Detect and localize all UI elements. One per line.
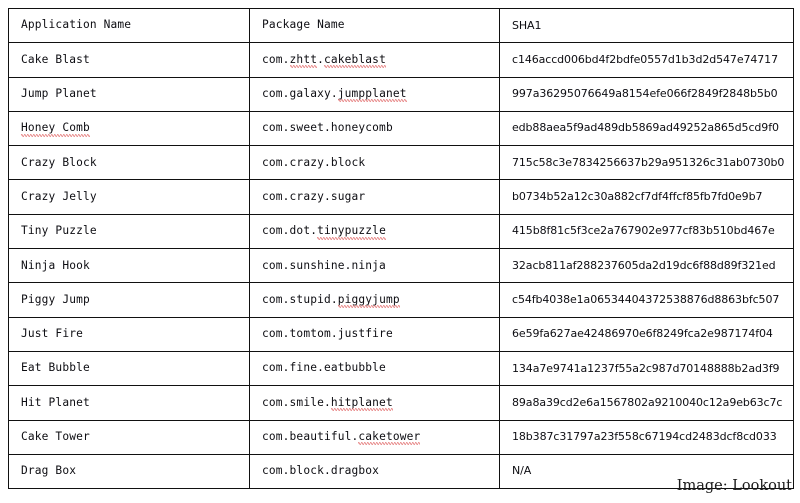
cell-package-name: com.zhtt.cakeblast	[249, 42, 500, 78]
cell-application-name: Honey Comb	[8, 110, 250, 147]
spellcheck-underline: tinypuzzle	[317, 224, 386, 240]
spellcheck-underline: piggyjump	[337, 292, 400, 309]
cell-package-name: com.crazy.sugar	[249, 179, 500, 215]
column-header-package-name: Package Name	[249, 7, 500, 44]
table-row: Hit Planet com.smile.hitplanet 89a8a39cd2e…	[8, 385, 794, 421]
table-row: Cake Tower com.beautiful.caketower 18b387c…	[8, 419, 794, 455]
cell-package-name: com.galaxy.jumpplanet	[249, 76, 500, 112]
column-header-sha1: SHA1	[499, 7, 794, 44]
cell-package-name: com.stupid.piggyjump	[249, 282, 500, 318]
cell-application-name: Ninja Hook	[8, 248, 250, 284]
cell-package-name: com.fine.eatbubble	[249, 350, 500, 387]
cell-sha1: 134a7e9741a1237f55a2c987d70148888b2ad3f9	[499, 350, 794, 387]
spellcheck-underline: hitplanet	[330, 395, 393, 412]
cell-package-name: com.dot.tinypuzzle	[249, 213, 500, 250]
spellcheck-underline: jumpplanet	[337, 87, 407, 103]
cell-package-name: com.block.dragbox	[249, 453, 500, 490]
cell-package-name: com.sweet.honeycomb	[249, 110, 500, 147]
cell-package-name: com.crazy.block	[249, 145, 500, 181]
cell-sha1: edb88aea5f9ad489db5869ad49252a865d5cd9f0	[499, 110, 794, 147]
cell-sha1: b0734b52a12c30a882cf7df4ffcf85fb7fd0e9b7	[499, 179, 794, 215]
cell-application-name: Just Fire	[8, 316, 250, 352]
table-row: Piggy Jump com.stupid.piggyjump c54fb4038e…	[8, 282, 794, 318]
cell-application-name: Cake Tower	[8, 419, 250, 455]
cell-sha1: 89a8a39cd2e6a1567802a9210040c12a9eb63c7c	[499, 385, 794, 421]
table-header-row: Application Name Package Name SHA1	[8, 7, 794, 44]
cell-package-name: com.sunshine.ninja	[249, 248, 500, 284]
cell-sha1: 715c58c3e7834256637b29a951326c31ab0730b0	[499, 145, 794, 181]
table-header: Application Name Package Name SHA1	[8, 7, 794, 44]
cell-application-name: Jump Planet	[8, 76, 250, 112]
cell-package-name: com.beautiful.caketower	[249, 419, 500, 455]
cell-sha1: 415b8f81c5f3ce2a767902e977cf83b510bd467e	[499, 213, 794, 250]
cell-application-name: Eat Bubble	[8, 350, 250, 387]
cell-application-name: Piggy Jump	[8, 282, 250, 318]
table-row: Eat Bubble com.fine.eatbubble 134a7e9741a1…	[8, 350, 794, 387]
applications-sha1-table: Application Name Package Name SHA1 Cake …	[8, 7, 794, 490]
cell-application-name: Crazy Block	[8, 145, 250, 181]
table-row: Ninja Hook com.sunshine.ninja 32acb811af28…	[8, 248, 794, 284]
cell-application-name: Hit Planet	[8, 385, 250, 421]
cell-sha1: c146accd006bd4f2bdfe0557d1b3d2d547e74717	[499, 42, 794, 78]
table-row: Honey Comb com.sweet.honeycomb edb88aea5f9…	[8, 110, 794, 147]
page-container: Application Name Package Name SHA1 Cake …	[0, 0, 800, 503]
table-row: Cake Blast com.zhtt.cakeblast c146accd006b…	[8, 42, 794, 78]
table-row: Just Fire com.tomtom.justfire 6e59fa627ae4…	[8, 316, 794, 352]
spellcheck-underline: caketower	[358, 430, 421, 446]
table-row: Crazy Block com.crazy.block 715c58c3e78342…	[8, 145, 794, 181]
image-credit-caption: Image: Lookout	[676, 478, 792, 494]
cell-application-name: Cake Blast	[8, 42, 250, 78]
table-body: Cake Blast com.zhtt.cakeblast c146accd006b…	[8, 42, 794, 490]
spellcheck-underline: Honey Comb	[21, 121, 90, 138]
spellcheck-underline: zhtt	[289, 52, 318, 69]
cell-package-name: com.smile.hitplanet	[249, 385, 500, 421]
cell-package-name: com.tomtom.justfire	[249, 316, 500, 352]
cell-sha1: c54fb4038e1a06534404372538876d8863bfc507	[499, 282, 794, 318]
cell-sha1: 997a36295076649a8154efe066f2849f2848b5b0	[499, 76, 794, 112]
column-header-application-name: Application Name	[8, 7, 250, 44]
cell-sha1: 18b387c31797a23f558c67194cd2483dcf8cd033	[499, 419, 794, 455]
cell-application-name: Crazy Jelly	[8, 179, 250, 215]
table-row: Jump Planet com.galaxy.jumpplanet 997a3629…	[8, 76, 794, 112]
cell-sha1: 6e59fa627ae42486970e6f8249fca2e987174f04	[499, 316, 794, 352]
cell-sha1: 32acb811af288237605da2d19dc6f88d89f321ed	[499, 248, 794, 284]
cell-application-name: Drag Box	[8, 453, 250, 490]
spellcheck-underline: cakeblast	[323, 52, 386, 69]
table-row: Crazy Jelly com.crazy.sugar b0734b52a12c30…	[8, 179, 794, 215]
table-row: Tiny Puzzle com.dot.tinypuzzle 415b8f81c5f…	[8, 213, 794, 250]
table-row: Drag Box com.block.dragbox N/A	[8, 453, 794, 490]
cell-application-name: Tiny Puzzle	[8, 213, 250, 250]
